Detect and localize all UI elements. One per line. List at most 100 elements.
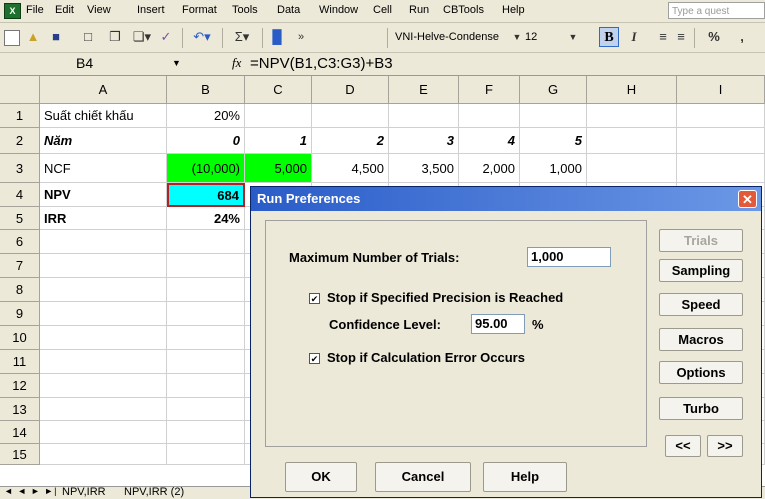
- menu-file[interactable]: File: [26, 4, 44, 16]
- menu-cell[interactable]: Cell: [373, 4, 392, 16]
- grid-cell[interactable]: [677, 104, 765, 128]
- cell-h2[interactable]: [587, 128, 677, 154]
- ok-button[interactable]: OK: [285, 462, 357, 492]
- select-all-corner[interactable]: [0, 76, 40, 104]
- column-header-a[interactable]: A: [40, 76, 167, 104]
- grid-cell[interactable]: [40, 278, 167, 302]
- max-trials-input[interactable]: 1,000: [527, 247, 611, 267]
- chevron-down-icon[interactable]: ▼: [512, 28, 522, 46]
- grid-cell[interactable]: [245, 104, 312, 128]
- grid-cell[interactable]: [167, 398, 245, 421]
- italic-button[interactable]: I: [626, 28, 642, 46]
- grid-cell[interactable]: [40, 421, 167, 444]
- row-header-14[interactable]: 14: [0, 421, 40, 444]
- grid-cell[interactable]: [389, 104, 459, 128]
- cell-a2[interactable]: Năm: [40, 128, 167, 154]
- cell-a1[interactable]: Suất chiết khấu: [40, 104, 167, 128]
- row-header-8[interactable]: 8: [0, 278, 40, 302]
- grid-cell[interactable]: [167, 444, 245, 465]
- help-search-input[interactable]: Type a quest: [668, 2, 765, 19]
- grid-cell[interactable]: [167, 350, 245, 374]
- confidence-input[interactable]: 95.00: [471, 314, 525, 334]
- cell-b4[interactable]: 684: [167, 183, 245, 207]
- cell-d3[interactable]: 4,500: [312, 154, 389, 183]
- column-header-i[interactable]: I: [677, 76, 765, 104]
- row-header-11[interactable]: 11: [0, 350, 40, 374]
- row-header-10[interactable]: 10: [0, 326, 40, 350]
- grid-cell[interactable]: [167, 230, 245, 254]
- options-button[interactable]: Options: [659, 361, 743, 384]
- cell-a3[interactable]: NCF: [40, 154, 167, 183]
- chevron-down-icon[interactable]: ▼: [172, 54, 181, 73]
- cell-b5[interactable]: 24%: [167, 207, 245, 230]
- previous-button[interactable]: <<: [665, 435, 701, 457]
- grid-cell[interactable]: [167, 302, 245, 326]
- precision-checkbox[interactable]: ✔: [309, 293, 320, 304]
- format-painter-icon[interactable]: ✓: [158, 28, 174, 46]
- chart-wizard-icon[interactable]: █: [268, 28, 286, 46]
- cell-c2[interactable]: 1: [245, 128, 312, 154]
- grid-cell[interactable]: [312, 104, 389, 128]
- cell-e3[interactable]: 3,500: [389, 154, 459, 183]
- grid-cell[interactable]: [40, 350, 167, 374]
- macros-button[interactable]: Macros: [659, 328, 743, 351]
- cell-b2[interactable]: 0: [167, 128, 245, 154]
- menu-window[interactable]: Window: [319, 4, 358, 16]
- cell-f3[interactable]: 2,000: [459, 154, 520, 183]
- autosum-icon[interactable]: Σ▾: [228, 28, 256, 46]
- cell-f2[interactable]: 4: [459, 128, 520, 154]
- column-header-g[interactable]: G: [520, 76, 587, 104]
- grid-cell[interactable]: [40, 326, 167, 350]
- chevron-down-icon[interactable]: ▼: [568, 28, 578, 46]
- column-header-h[interactable]: H: [587, 76, 677, 104]
- tab-npv-irr-2[interactable]: NPV,IRR (2): [124, 486, 184, 498]
- grid-cell[interactable]: [40, 302, 167, 326]
- column-header-e[interactable]: E: [389, 76, 459, 104]
- row-header-13[interactable]: 13: [0, 398, 40, 421]
- column-header-b[interactable]: B: [167, 76, 245, 104]
- menu-run[interactable]: Run: [409, 4, 429, 16]
- column-header-f[interactable]: F: [459, 76, 520, 104]
- bold-button[interactable]: B: [599, 27, 619, 47]
- excel-app-icon[interactable]: X: [4, 3, 21, 19]
- next-button[interactable]: >>: [707, 435, 743, 457]
- row-header-7[interactable]: 7: [0, 254, 40, 278]
- help-button[interactable]: Help: [483, 462, 567, 492]
- cell-b1[interactable]: 20%: [167, 104, 245, 128]
- tab-npv-irr[interactable]: NPV,IRR: [62, 486, 106, 498]
- cell-h3[interactable]: [587, 154, 677, 183]
- paste-icon[interactable]: ❏▾: [128, 28, 156, 46]
- menu-tools[interactable]: Tools: [232, 4, 258, 16]
- cell-e2[interactable]: 3: [389, 128, 459, 154]
- copy-icon[interactable]: ❐: [107, 28, 123, 46]
- grid-cell[interactable]: [167, 374, 245, 398]
- cell-b3[interactable]: (10,000): [167, 154, 245, 183]
- row-header-4[interactable]: 4: [0, 183, 40, 207]
- formula-input[interactable]: =NPV(B1,C3:G3)+B3: [250, 54, 393, 73]
- grid-cell[interactable]: [167, 421, 245, 444]
- row-header-12[interactable]: 12: [0, 374, 40, 398]
- save-icon[interactable]: ■: [48, 28, 64, 46]
- align-left-icon[interactable]: ≡: [655, 28, 671, 46]
- grid-cell[interactable]: [459, 104, 520, 128]
- turbo-button[interactable]: Turbo: [659, 397, 743, 420]
- new-icon[interactable]: [4, 30, 20, 46]
- grid-cell[interactable]: [167, 254, 245, 278]
- grid-cell[interactable]: [587, 104, 677, 128]
- grid-cell[interactable]: [40, 254, 167, 278]
- cell-d2[interactable]: 2: [312, 128, 389, 154]
- menu-cbtools[interactable]: CBTools: [443, 4, 484, 16]
- toolbar-overflow-icon[interactable]: »: [292, 28, 310, 46]
- sampling-button[interactable]: Sampling: [659, 259, 743, 282]
- grid-cell[interactable]: [40, 374, 167, 398]
- cell-c3[interactable]: 5,000: [245, 154, 312, 183]
- cell-a5[interactable]: IRR: [40, 207, 167, 230]
- menu-format[interactable]: Format: [182, 4, 217, 16]
- percent-style-button[interactable]: %: [706, 28, 722, 46]
- cell-g2[interactable]: 5: [520, 128, 587, 154]
- column-header-c[interactable]: C: [245, 76, 312, 104]
- column-header-d[interactable]: D: [312, 76, 389, 104]
- grid-cell[interactable]: [520, 104, 587, 128]
- menu-help[interactable]: Help: [502, 4, 525, 16]
- menu-insert[interactable]: Insert: [137, 4, 165, 16]
